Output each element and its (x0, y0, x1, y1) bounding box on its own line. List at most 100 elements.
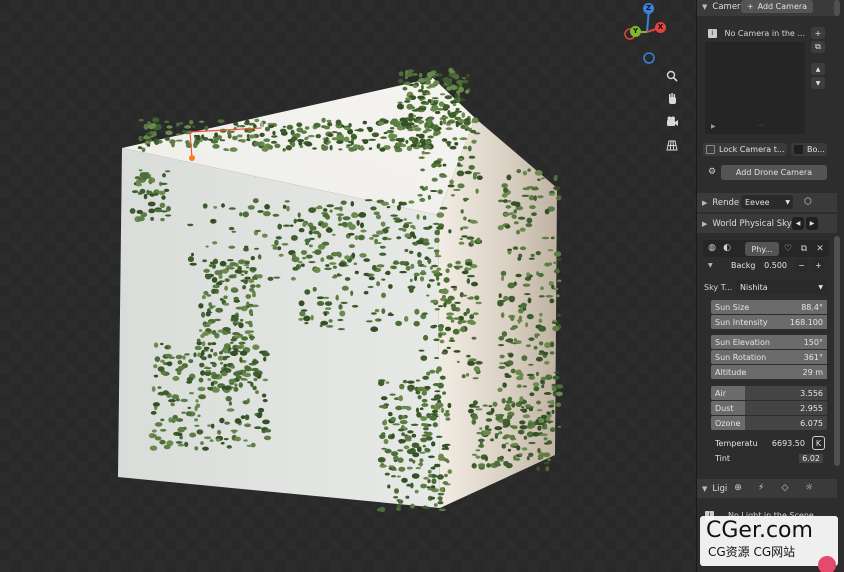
ivy-leaf (552, 319, 557, 323)
area-light-icon[interactable]: ◇ (779, 482, 791, 494)
light-panel-header[interactable]: ▼ Ligi (697, 479, 837, 498)
ivy-leaf (519, 425, 528, 430)
render-preset-icon[interactable]: ⬡ (802, 196, 814, 208)
ivy-leaf (193, 352, 197, 358)
ivy-leaf (256, 412, 263, 419)
render-engine-select[interactable]: Eevee ▼ (741, 195, 793, 209)
sun-size-field[interactable]: Sun Size 88.4° (711, 300, 827, 314)
ivy-leaf (445, 417, 451, 421)
ivy-leaf (420, 355, 428, 361)
chevron-down-icon[interactable]: ▼ (708, 262, 713, 269)
move-up-button[interactable]: ▲ (811, 63, 825, 75)
ivy-leaf (152, 402, 160, 407)
sky-type-select[interactable]: Nishita ▼ (736, 280, 827, 294)
ivy-leaf (370, 206, 377, 211)
world-type-icon[interactable]: ◐ (721, 242, 733, 254)
ivy-leaf (436, 366, 443, 372)
lock-checkbox[interactable] (706, 145, 715, 154)
list-expand-icon[interactable]: ▶ (711, 123, 716, 130)
light-settings-icon[interactable]: ☼ (803, 482, 815, 494)
ivy-leaf (391, 265, 397, 270)
ivy-leaf (471, 453, 478, 456)
ivy-leaf (521, 408, 528, 413)
copy-icon[interactable]: ⧉ (811, 41, 825, 53)
sun-elevation-field[interactable]: Sun Elevation 150° (711, 335, 827, 349)
ivy-leaf (203, 346, 210, 350)
sun-light-icon[interactable]: ⚡ (755, 482, 767, 494)
ivy-leaf (405, 139, 409, 144)
ivy-leaf (141, 147, 146, 153)
ivy-leaf (517, 318, 521, 324)
shield-icon[interactable]: ♡ (782, 243, 794, 255)
ivy-leaf (223, 295, 228, 300)
sky-type-label: Sky T... (704, 283, 733, 292)
dust-field[interactable]: Dust 2.955 (711, 401, 827, 415)
gizmo-y-axis[interactable]: Y (630, 26, 641, 37)
ivy-leaf (521, 194, 530, 197)
ivy-leaf (285, 145, 292, 151)
ivy-leaf (427, 135, 434, 139)
background-strength-field[interactable]: Backg 0.500 (727, 258, 791, 272)
sun-rotation-field[interactable]: Sun Rotation 361° (711, 350, 827, 364)
ozone-field[interactable]: Ozone 6.075 (711, 416, 827, 430)
copy-icon[interactable]: ⧉ (798, 243, 810, 255)
bo-checkbox[interactable] (794, 145, 803, 154)
add-light-icon[interactable]: ⊕ (732, 482, 744, 494)
ivy-leaf (205, 245, 209, 248)
temperature-field[interactable]: Temperatu 6693.50 (711, 436, 809, 450)
ivy-leaf (544, 461, 550, 465)
sidebar-scrollbar[interactable] (834, 0, 840, 16)
chevron-down-icon[interactable]: ▼ (702, 485, 707, 493)
camera-list-item[interactable]: i No Camera in the ... (705, 24, 805, 42)
chevron-right-icon[interactable]: ▶ (702, 220, 707, 228)
ivy-leaf (157, 386, 162, 389)
sidebar-scrollbar-thumb[interactable] (834, 236, 840, 466)
zoom-icon[interactable] (662, 66, 682, 86)
list-resize-handle[interactable]: ⋯ (757, 122, 763, 129)
kelvin-unit-button[interactable]: K (812, 436, 825, 450)
sun-intensity-field[interactable]: Sun Intensity 168.100 (711, 315, 827, 329)
list-add-button[interactable]: + (811, 27, 825, 39)
gizmo-x-axis[interactable]: X (655, 22, 666, 33)
ivy-leaf (532, 382, 540, 387)
lock-camera-toggle[interactable]: Lock Camera t... (703, 143, 787, 156)
ivy-leaf (199, 362, 205, 368)
add-drone-camera-button[interactable]: Add Drone Camera (721, 165, 827, 180)
ivy-leaf (386, 237, 392, 241)
navigation-gizmo[interactable]: Z Y X (620, 0, 672, 64)
add-camera-button[interactable]: + Add Camera (741, 0, 813, 13)
gizmo-z-axis[interactable]: Z (643, 3, 654, 14)
altitude-field[interactable]: Altitude 29 m (711, 365, 827, 379)
ivy-leaf (432, 75, 436, 78)
camera-list[interactable]: i No Camera in the ... ▶ ⋯ (705, 24, 805, 134)
close-icon[interactable]: ✕ (814, 243, 826, 255)
3d-viewport[interactable]: Z Y X (0, 0, 696, 572)
bo-toggle[interactable]: Bo... (791, 143, 827, 156)
camera-view-icon[interactable] (662, 112, 682, 132)
ivy-leaf (239, 356, 243, 363)
hand-pan-icon[interactable] (662, 89, 682, 109)
ivy-leaf (399, 117, 408, 123)
tint-field[interactable]: Tint 6.02 (711, 451, 827, 465)
plus-button[interactable]: + (812, 259, 825, 272)
ivy-leaf (470, 129, 477, 134)
ivy-leaf (429, 266, 433, 270)
ivy-leaf (230, 365, 235, 369)
ivy-leaf (398, 227, 404, 231)
chevron-down-icon[interactable]: ▼ (702, 3, 707, 11)
minus-button[interactable]: − (795, 259, 808, 272)
chevron-down-icon: ▼ (785, 198, 790, 206)
properties-sidebar[interactable]: ▼ Camer + Add Camera i No Camera in the … (696, 0, 844, 572)
ivy-leaf (298, 228, 305, 233)
ivy-leaf (457, 183, 465, 189)
move-down-button[interactable]: ▼ (811, 77, 825, 89)
world-next-button[interactable]: ▶ (806, 217, 818, 230)
grid-projection-icon[interactable] (662, 135, 682, 155)
world-prev-button[interactable]: ◀ (792, 217, 804, 230)
air-field[interactable]: Air 3.556 (711, 386, 827, 400)
scene-canvas[interactable] (0, 0, 696, 572)
chevron-right-icon[interactable]: ▶ (702, 199, 707, 207)
ivy-leaf (160, 359, 165, 363)
world-name-field[interactable]: Phy... (745, 242, 779, 256)
ivy-leaf (197, 352, 202, 358)
